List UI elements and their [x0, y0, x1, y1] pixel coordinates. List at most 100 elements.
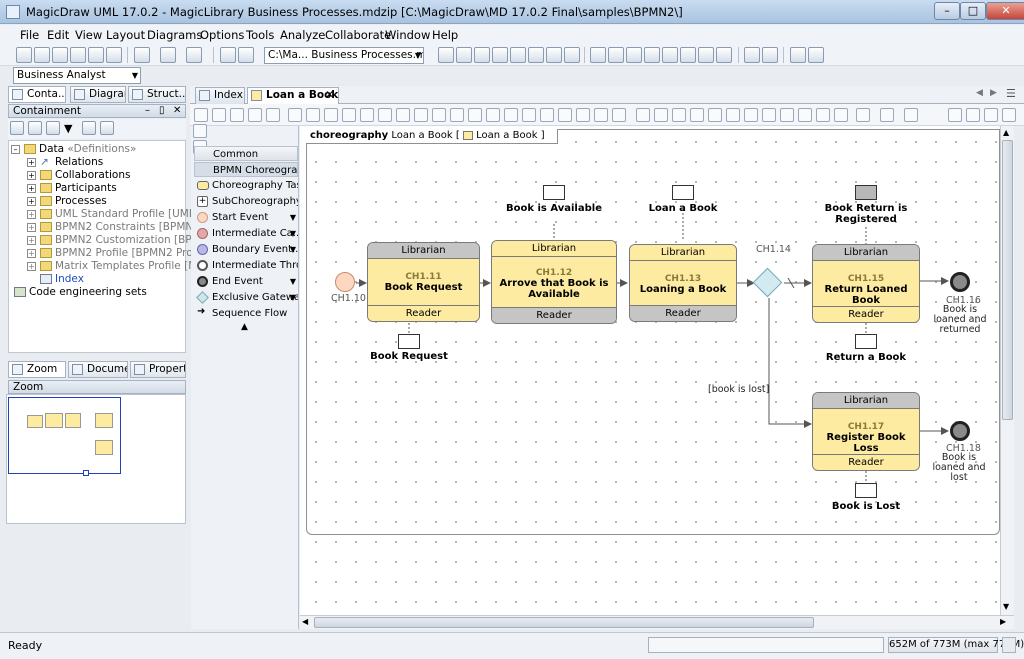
zoom-overview[interactable]: [6, 394, 186, 524]
tree-node-relations[interactable]: + ↗ Relations: [27, 156, 103, 169]
delete-shape-icon[interactable]: [1002, 108, 1016, 122]
tree-node-participants[interactable]: + Participants: [27, 182, 117, 195]
message-envelope-icon[interactable]: [855, 483, 877, 498]
bpmn-icon-2[interactable]: [608, 47, 624, 63]
lasso-icon[interactable]: [230, 108, 244, 122]
end-event-lost[interactable]: [950, 421, 970, 441]
size-icon-7[interactable]: [594, 108, 608, 122]
menu-analyze[interactable]: Analyze: [280, 28, 325, 42]
panel-close-icon[interactable]: ✕: [173, 105, 181, 117]
connect-icon[interactable]: [248, 108, 262, 122]
tree-tool-icon-1[interactable]: [10, 121, 24, 135]
path-oblique-icon[interactable]: [636, 108, 650, 122]
collapse-icon[interactable]: –: [11, 144, 20, 154]
tab-structure[interactable]: Struct...: [128, 86, 186, 103]
zoom-handle[interactable]: [83, 470, 89, 476]
chevron-down-icon[interactable]: ▼: [290, 274, 296, 289]
tree-node-processes[interactable]: + Processes: [27, 195, 107, 208]
menu-window[interactable]: Window: [385, 28, 430, 42]
palette-group-common[interactable]: Common: [194, 146, 298, 161]
expand-icon[interactable]: +: [27, 235, 36, 245]
cut-icon[interactable]: [106, 47, 122, 63]
expand-icon[interactable]: +: [27, 261, 36, 271]
expand-icon[interactable]: +: [27, 196, 36, 206]
path-icon-5[interactable]: [708, 108, 722, 122]
choreography-task-register-loss[interactable]: Librarian CH1.17 Register Book Loss Read…: [812, 392, 920, 471]
tree-tool-icon-4[interactable]: [82, 121, 96, 135]
tab-properties[interactable]: Properties: [130, 361, 186, 378]
diagram-icon-2[interactable]: [456, 47, 472, 63]
menu-layout[interactable]: Layout: [106, 28, 145, 42]
same-size-icon[interactable]: [486, 108, 500, 122]
horizontal-scroll-thumb[interactable]: [314, 617, 814, 628]
path-bezier-icon[interactable]: [672, 108, 686, 122]
zoom-viewport[interactable]: [8, 397, 121, 476]
close-window-button[interactable]: ✕: [986, 2, 1024, 20]
expand-icon[interactable]: +: [27, 222, 36, 232]
horizontal-scrollbar[interactable]: ◀ ▶: [300, 615, 1014, 629]
choreography-task-book-request[interactable]: Librarian CH1.11 Book Request Reader: [367, 242, 480, 322]
vertical-scrollbar[interactable]: ▲ ▼: [1000, 126, 1014, 615]
size-icon-8[interactable]: [612, 108, 626, 122]
expand-icon[interactable]: +: [27, 248, 36, 258]
menu-tools[interactable]: Tools: [246, 28, 274, 42]
menu-diagrams[interactable]: Diagrams: [147, 28, 202, 42]
align-left-icon[interactable]: [306, 108, 320, 122]
scroll-up-icon[interactable]: ▲: [1003, 128, 1009, 137]
open-project-icon[interactable]: [34, 47, 50, 63]
diagram-icon-8[interactable]: [564, 47, 580, 63]
zoom-in-icon[interactable]: [744, 108, 758, 122]
chevron-down-icon[interactable]: ▼: [290, 226, 296, 241]
fill-color-icon[interactable]: [856, 108, 870, 122]
bpmn-icon-7[interactable]: [698, 47, 714, 63]
align-bottom-icon[interactable]: [396, 108, 410, 122]
message-envelope-icon[interactable]: [543, 185, 565, 200]
menu-view[interactable]: View: [75, 28, 102, 42]
path-icon-6[interactable]: [726, 108, 740, 122]
tab-loan-a-book[interactable]: Loan a Book ✕: [247, 87, 339, 104]
message-envelope-icon[interactable]: [855, 185, 877, 200]
back-icon[interactable]: [186, 47, 202, 63]
exit-icon[interactable]: [790, 47, 806, 63]
bpmn-icon-5[interactable]: [662, 47, 678, 63]
menu-file[interactable]: File: [20, 28, 39, 42]
zoom-icon-5[interactable]: [816, 108, 830, 122]
size-icon-5[interactable]: [558, 108, 572, 122]
palette-choreography-task[interactable]: Choreography Task: [194, 178, 298, 193]
tree-tool-icon-2[interactable]: [28, 121, 42, 135]
cut-shape-icon[interactable]: [948, 108, 962, 122]
menu-edit[interactable]: Edit: [47, 28, 69, 42]
new-project-icon[interactable]: [16, 47, 32, 63]
diagram-icon-5[interactable]: [510, 47, 526, 63]
palette-group-bpmn-choreography[interactable]: BPMN Choreograph...: [194, 162, 298, 177]
palette-end-event[interactable]: End Event ▼: [194, 274, 298, 289]
path-icon-4[interactable]: [690, 108, 704, 122]
size-icon-3[interactable]: [522, 108, 536, 122]
tree-node-collaborations[interactable]: + Collaborations: [27, 169, 130, 182]
menu-help[interactable]: Help: [432, 28, 458, 42]
project-combo[interactable]: C:\Ma... Business Processes.mdzip▼: [264, 47, 424, 64]
tab-containment[interactable]: Conta...: [8, 86, 66, 103]
bpmn-icon-8[interactable]: [716, 47, 732, 63]
start-event[interactable]: [335, 272, 355, 292]
save-icon[interactable]: [52, 47, 68, 63]
perspective-combo[interactable]: Business Analyst ▼: [13, 67, 141, 84]
bpmn-icon-1[interactable]: [590, 47, 606, 63]
bpmn-icon-6[interactable]: [680, 47, 696, 63]
message-envelope-icon[interactable]: [672, 185, 694, 200]
zoom-icon-6[interactable]: [834, 108, 848, 122]
tab-next-icon[interactable]: ▶: [990, 88, 997, 98]
message-envelope-icon[interactable]: [398, 334, 420, 349]
tree-tool-icon-3[interactable]: [46, 121, 60, 135]
size-icon-6[interactable]: [576, 108, 590, 122]
choreography-task-loaning[interactable]: Librarian CH1.13 Loaning a Book Reader: [629, 244, 737, 322]
garbage-collect-icon[interactable]: [1002, 637, 1016, 653]
memory-indicator[interactable]: 652M of 773M (max 773M): [888, 637, 1024, 653]
palette-intermediate-catch[interactable]: Intermediate Ca... ▼: [194, 226, 298, 241]
chevron-down-icon[interactable]: ▼: [290, 210, 296, 225]
palette-intermediate-throw[interactable]: Intermediate Thro...: [194, 258, 298, 273]
stamp-icon[interactable]: [266, 108, 280, 122]
palette-start-event[interactable]: Start Event ▼: [194, 210, 298, 225]
tab-prev-icon[interactable]: ◀: [976, 88, 983, 98]
distribute-h-icon[interactable]: [414, 108, 428, 122]
